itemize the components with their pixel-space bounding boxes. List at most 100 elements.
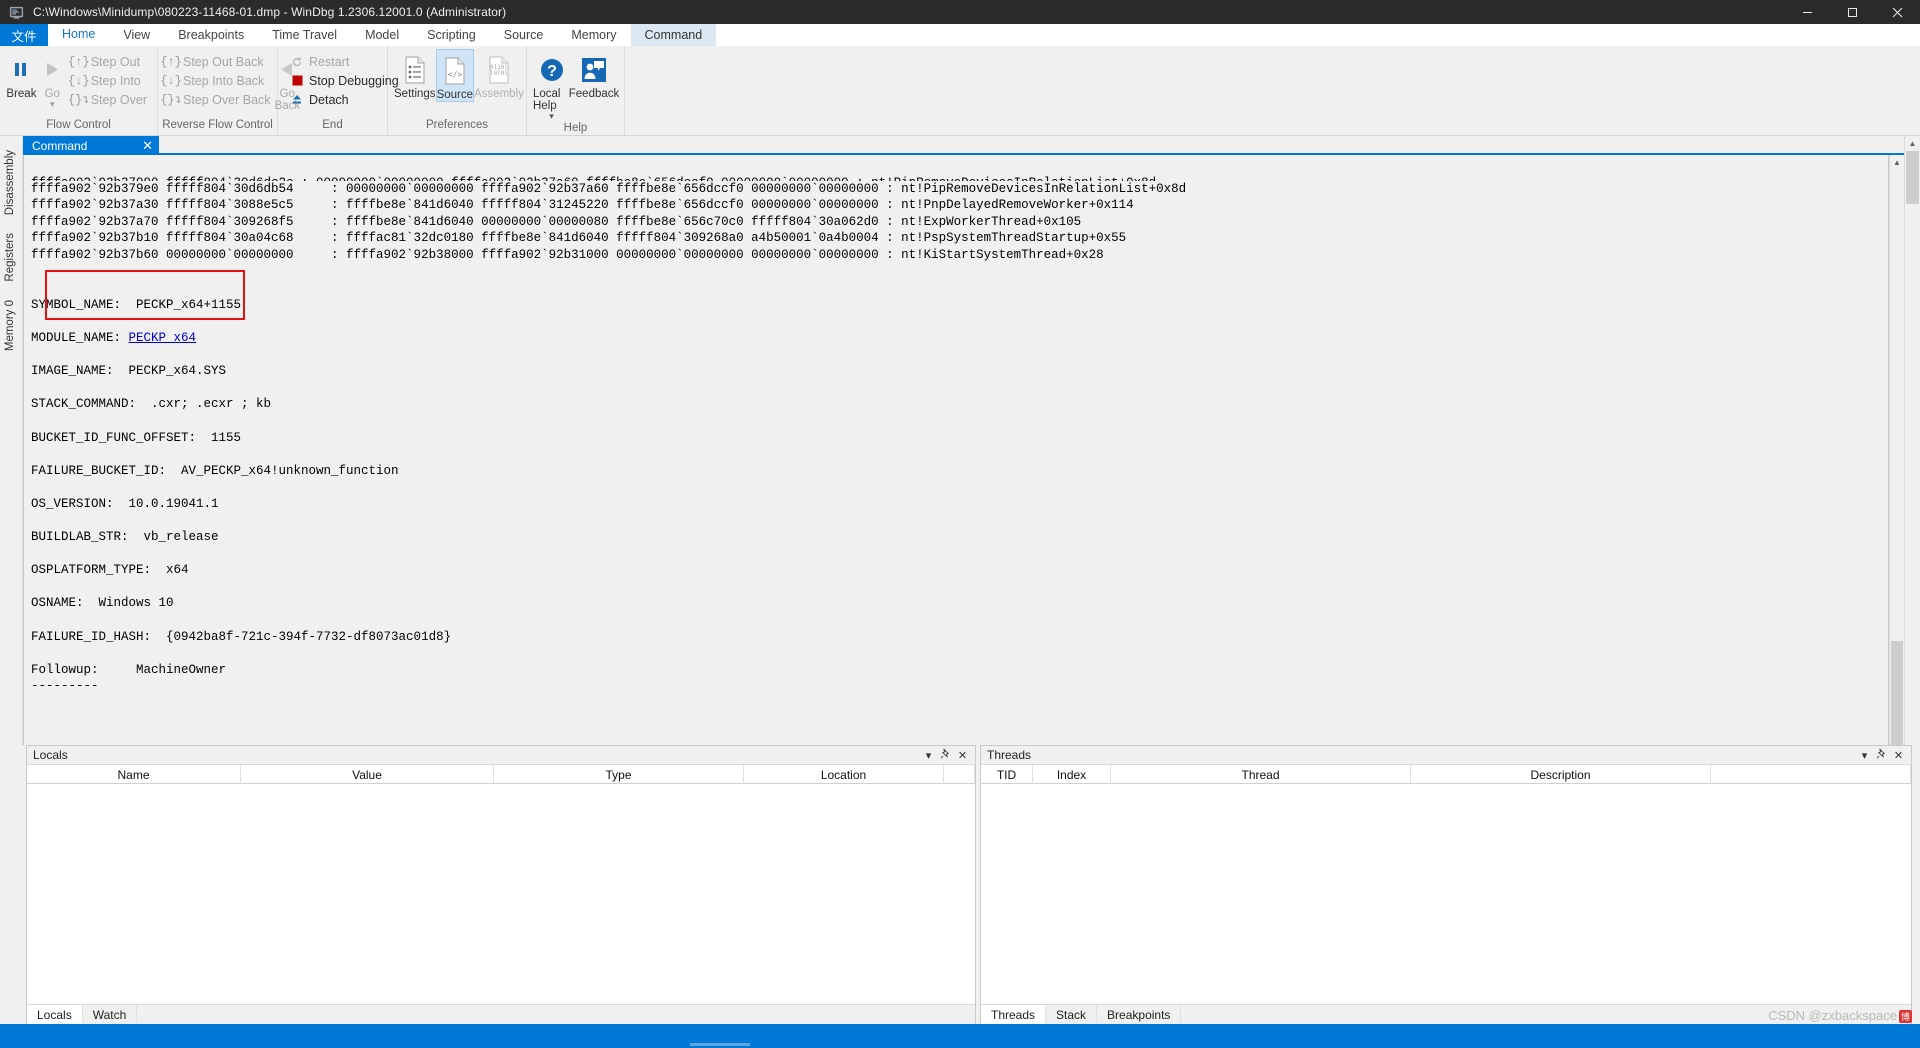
assembly-binary-icon: 0110l l0l0l	[486, 52, 512, 88]
windbg-window: C:\Windows\Minidump\080223-11468-01.dmp …	[0, 0, 1920, 1048]
step-out-button[interactable]: {↑} Step Out	[68, 52, 151, 71]
tab-memory[interactable]: Memory	[557, 24, 630, 46]
locals-col-value[interactable]: Value	[241, 765, 494, 784]
ribbon-group-help: ? Local Help ▾ Feedback Help	[527, 46, 625, 135]
restart-button[interactable]: Restart	[286, 52, 403, 71]
tab-time-travel[interactable]: Time Travel	[258, 24, 351, 46]
panel-tab-locals[interactable]: Locals	[27, 1005, 83, 1024]
settings-button[interactable]: Settings	[394, 49, 436, 100]
feedback-button[interactable]: Feedback	[569, 49, 619, 100]
pin-icon[interactable]	[937, 748, 954, 762]
rail-item-memory0[interactable]: Memory 0	[2, 294, 20, 357]
step-over-back-button[interactable]: {}↴ Step Over Back	[160, 90, 275, 109]
minimize-button[interactable]	[1785, 0, 1830, 24]
doc-tab-command[interactable]: Command ✕	[23, 136, 159, 155]
break-button[interactable]: Break	[6, 49, 37, 100]
group-label-preferences: Preferences	[425, 119, 488, 131]
panel-tab-watch[interactable]: Watch	[83, 1005, 138, 1024]
svg-text:l0l0l: l0l0l	[490, 70, 508, 77]
osplatform-type-line: OSPLATFORM_TYPE: x64	[31, 563, 189, 578]
stack-line-4: ffffa902`92b37b10 fffff804`30a04c68 : ff…	[31, 231, 1127, 246]
reverse-flow-small-buttons: {↑} Step Out Back {↓} Step Into Back {}↴…	[160, 49, 275, 109]
restart-icon	[288, 56, 306, 68]
image-name-line: IMAGE_NAME: PECKP_x64.SYS	[31, 364, 227, 379]
local-help-button[interactable]: ? Local Help ▾	[533, 49, 570, 121]
locals-col-name[interactable]: Name	[27, 765, 241, 784]
module-name-link[interactable]: PECKP_x64	[129, 331, 197, 345]
local-help-dropdown-arrow-icon[interactable]: ▾	[549, 112, 554, 121]
step-into-back-button[interactable]: {↓} Step Into Back	[160, 71, 275, 90]
stop-icon	[288, 75, 306, 86]
workspace-scroll-thumb[interactable]	[1906, 151, 1919, 204]
rail-item-registers[interactable]: Registers	[2, 227, 20, 288]
ribbon-tab-strip: 文件 Home View Breakpoints Time Travel Mod…	[0, 24, 1920, 46]
go-dropdown-arrow-icon[interactable]: ▾	[50, 100, 55, 109]
close-icon[interactable]: ✕	[142, 139, 153, 152]
panel-tab-threads[interactable]: Threads	[981, 1005, 1047, 1024]
command-output-text: ffffa902`92b37990 fffff804`30d6dc2c : 00…	[24, 155, 1888, 712]
ribbon: Break Go ▾ {↑} Step Out {↓} Step Into {}…	[0, 46, 1920, 136]
stack-command-line: STACK_COMMAND: .cxr; .ecxr ; kb	[31, 397, 272, 412]
group-label-reverse-flow-control: Reverse Flow Control	[162, 119, 273, 131]
threads-col-description[interactable]: Description	[1411, 765, 1711, 784]
window-title: C:\Windows\Minidump\080223-11468-01.dmp …	[33, 5, 507, 19]
tab-file[interactable]: 文件	[0, 24, 48, 46]
panel-tab-breakpoints[interactable]: Breakpoints	[1097, 1005, 1182, 1024]
source-button[interactable]: </> Source	[435, 49, 474, 102]
end-small-buttons: Restart Stop Debugging Detach	[286, 49, 403, 109]
detach-label: Detach	[309, 92, 349, 107]
step-out-back-button[interactable]: {↑} Step Out Back	[160, 52, 275, 71]
tab-view[interactable]: View	[109, 24, 164, 46]
scroll-up-icon[interactable]: ▲	[1890, 155, 1904, 170]
tab-source[interactable]: Source	[490, 24, 558, 46]
threads-col-index[interactable]: Index	[1033, 765, 1111, 784]
step-into-button[interactable]: {↓} Step Into	[68, 71, 151, 90]
flow-control-small-buttons: {↑} Step Out {↓} Step Into {}↴ Step Over	[68, 49, 151, 109]
settings-label: Settings	[394, 88, 436, 100]
close-button[interactable]	[1875, 0, 1920, 24]
close-icon[interactable]: ✕	[1890, 749, 1907, 762]
tab-model[interactable]: Model	[351, 24, 413, 46]
threads-col-thread[interactable]: Thread	[1111, 765, 1411, 784]
step-over-icon: {}↴	[67, 93, 90, 107]
group-label-help: Help	[563, 122, 588, 134]
pin-icon[interactable]	[1873, 748, 1890, 762]
step-over-button[interactable]: {}↴ Step Over	[68, 90, 151, 109]
locals-rows-area[interactable]	[27, 784, 975, 1004]
tab-command[interactable]: Command	[630, 24, 717, 46]
threads-col-tid[interactable]: TID	[981, 765, 1033, 784]
tab-breakpoints[interactable]: Breakpoints	[164, 24, 258, 46]
chevron-down-icon[interactable]: ▾	[920, 749, 937, 762]
tab-scripting[interactable]: Scripting	[413, 24, 490, 46]
panel-tab-stack[interactable]: Stack	[1046, 1005, 1098, 1024]
windbg-icon	[5, 1, 27, 23]
tab-home[interactable]: Home	[48, 24, 110, 46]
stack-line-5: ffffa902`92b37b60 00000000`00000000 : ff…	[31, 247, 1104, 262]
ribbon-group-flow-control: Break Go ▾ {↑} Step Out {↓} Step Into {}…	[0, 46, 158, 135]
feedback-icon	[581, 52, 607, 88]
source-code-icon: </>	[442, 53, 468, 89]
osname-line: OSNAME: Windows 10	[31, 596, 174, 611]
workspace-scroll-up-icon[interactable]: ▲	[1905, 136, 1920, 151]
threads-rows-area[interactable]	[981, 784, 1911, 1004]
stop-debugging-label: Stop Debugging	[309, 73, 399, 88]
detach-icon	[288, 94, 306, 106]
threads-panel: Threads ▾ ✕ TID Index Thread Description…	[980, 745, 1912, 1025]
detach-button[interactable]: Detach	[286, 90, 403, 109]
assembly-button[interactable]: 0110l l0l0l Assembly	[474, 49, 524, 100]
maximize-button[interactable]	[1830, 0, 1875, 24]
locals-col-location[interactable]: Location	[744, 765, 944, 784]
threads-panel-header: Threads ▾ ✕	[981, 746, 1911, 765]
os-version-line: OS_VERSION: 10.0.19041.1	[31, 496, 219, 511]
chevron-down-icon[interactable]: ▾	[1856, 749, 1873, 762]
stack-line-1: ffffa902`92b379e0 fffff804`30d6db54 : 00…	[31, 181, 1187, 196]
rail-item-disassembly[interactable]: Disassembly	[2, 144, 20, 221]
close-icon[interactable]: ✕	[954, 749, 971, 762]
group-label-flow-control: Flow Control	[46, 119, 111, 131]
stop-debugging-button[interactable]: Stop Debugging	[286, 71, 403, 90]
watermark-text: CSDN @zxbackspace	[1768, 1008, 1897, 1023]
go-button[interactable]: Go ▾	[37, 49, 68, 109]
locals-col-type[interactable]: Type	[494, 765, 744, 784]
clipped-line: ffffa902`92b37990 fffff804`30d6dc2c : 00…	[31, 175, 1888, 181]
play-icon	[42, 53, 62, 87]
